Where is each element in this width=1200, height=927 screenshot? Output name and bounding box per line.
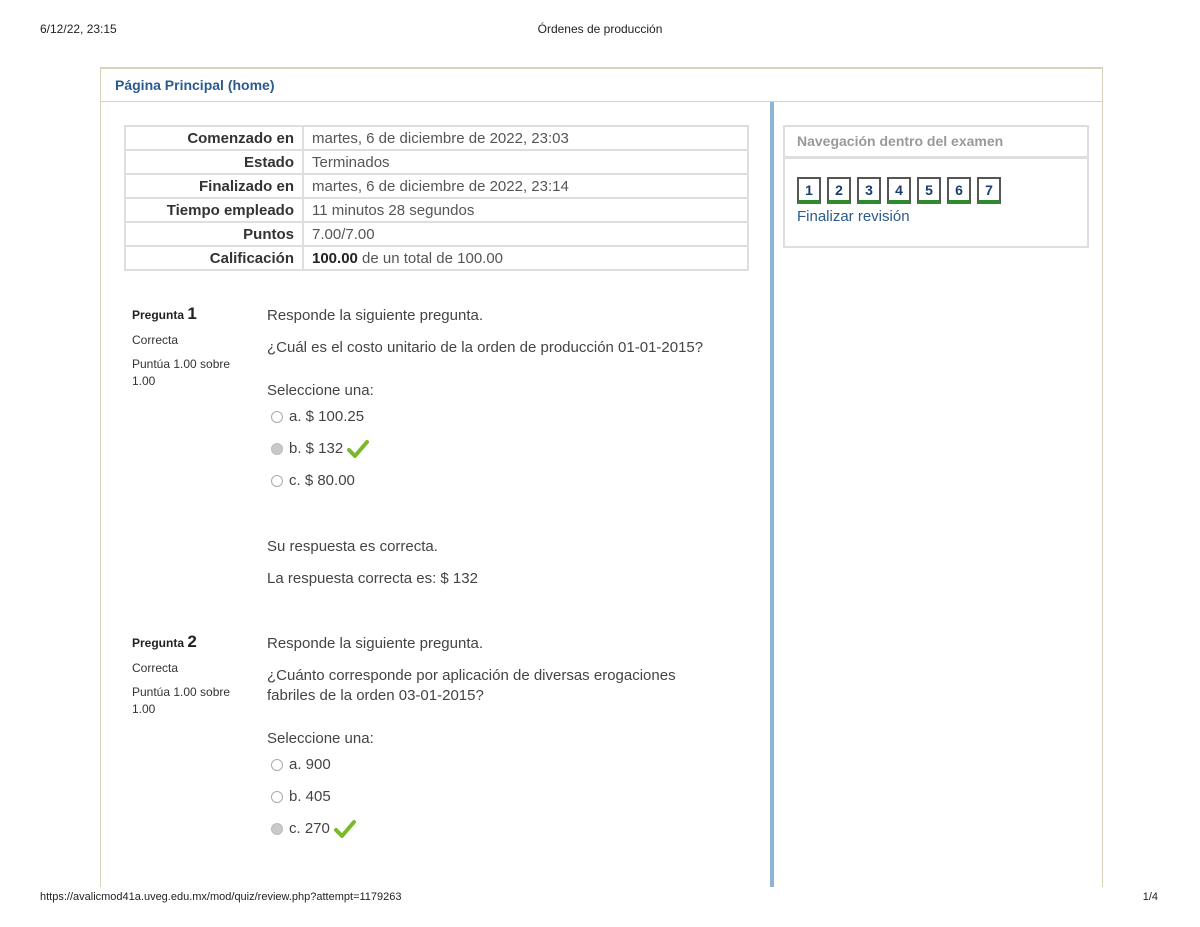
answer-option[interactable]: c. $ 80.00	[271, 465, 757, 497]
summary-label: Puntos	[124, 221, 304, 247]
option-label: c. 270	[289, 820, 330, 837]
question-state: Correcta	[132, 333, 179, 347]
breadcrumb: Página Principal (home)	[100, 67, 1103, 102]
answer-options: a. $ 100.25 b. $ 132 c. $ 80.00	[267, 401, 757, 497]
answer-option[interactable]: c. 270	[271, 813, 757, 845]
table-row: Puntos 7.00/7.00	[124, 221, 749, 247]
option-label: a. 900	[289, 756, 331, 773]
summary-label: Tiempo empleado	[124, 197, 304, 223]
question-instruction: Responde la siguiente pregunta.	[267, 307, 483, 324]
summary-value: martes, 6 de diciembre de 2022, 23:03	[302, 125, 749, 151]
answer-option[interactable]: b. 405	[271, 781, 757, 813]
summary-label: Comenzado en	[124, 125, 304, 151]
summary-value: Terminados	[302, 149, 749, 175]
option-label: c. $ 80.00	[289, 472, 355, 489]
quiz-navigation-panel: Navegación dentro del examen 1 2 3 4 5 6…	[783, 125, 1089, 248]
answer-option[interactable]: b. $ 132	[271, 433, 757, 465]
question-text: ¿Cuál es el costo unitario de la orden d…	[267, 339, 704, 356]
question-body: Responde la siguiente pregunta. ¿Cuánto …	[267, 632, 757, 845]
summary-label: Estado	[124, 149, 304, 175]
radio-button[interactable]	[271, 823, 283, 835]
right-answer-text: La respuesta correcta es: $ 132	[267, 570, 478, 587]
answer-option[interactable]: a. $ 100.25	[271, 401, 757, 433]
correct-check-icon	[333, 820, 356, 838]
question-body: Responde la siguiente pregunta. ¿Cuál es…	[267, 304, 757, 589]
question-label: Pregunta	[132, 308, 185, 322]
question-nav-button[interactable]: 5	[917, 177, 941, 204]
finish-review-link[interactable]: Finalizar revisión	[797, 208, 910, 225]
grade-value: 100.00	[312, 249, 358, 267]
table-row: Estado Terminados	[124, 149, 749, 175]
radio-button[interactable]	[271, 791, 283, 803]
summary-value: 11 minutos 28 segundos	[302, 197, 749, 223]
question-state: Correcta	[132, 661, 179, 675]
question-nav-button[interactable]: 2	[827, 177, 851, 204]
radio-button[interactable]	[271, 759, 283, 771]
summary-value: 100.00 de un total de 100.00	[302, 245, 749, 271]
grade-total: de un total de 100.00	[357, 249, 504, 267]
question-nav-buttons: 1 2 3 4 5 6 7	[797, 177, 1007, 204]
question-grade: Puntúa 1.00 sobre 1.00	[132, 685, 231, 716]
answer-option[interactable]: a. 900	[271, 749, 757, 781]
summary-label: Finalizado en	[124, 173, 304, 199]
question-instruction: Responde la siguiente pregunta.	[267, 635, 483, 652]
question-info: Pregunta 1 Correcta Puntúa 1.00 sobre 1.…	[132, 304, 252, 390]
column-divider	[770, 102, 774, 887]
radio-button[interactable]	[271, 443, 283, 455]
question-label: Pregunta	[132, 636, 185, 650]
answer-options: a. 900 b. 405 c. 270	[267, 749, 757, 845]
question-title: Pregunta 2	[132, 632, 252, 652]
table-row: Finalizado en martes, 6 de diciembre de …	[124, 173, 749, 199]
question-text: ¿Cuánto corresponde por aplicación de di…	[267, 667, 676, 704]
table-row: Tiempo empleado 11 minutos 28 segundos	[124, 197, 749, 223]
feedback-text: Su respuesta es correcta.	[267, 538, 438, 555]
question-title: Pregunta 1	[132, 304, 252, 324]
question-number: 1	[187, 304, 197, 323]
option-label: a. $ 100.25	[289, 408, 365, 425]
question-nav-button[interactable]: 7	[977, 177, 1001, 204]
print-page-number: 1/4	[1142, 891, 1158, 903]
question-nav-button[interactable]: 4	[887, 177, 911, 204]
radio-button[interactable]	[271, 475, 283, 487]
table-row: Comenzado en martes, 6 de diciembre de 2…	[124, 125, 749, 151]
question-nav-button[interactable]: 6	[947, 177, 971, 204]
table-row: Calificación 100.00 de un total de 100.0…	[124, 245, 749, 271]
question-number: 2	[187, 632, 197, 651]
summary-label: Calificación	[124, 245, 304, 271]
breadcrumb-home-link[interactable]: Página Principal (home)	[115, 77, 274, 93]
question-nav-button[interactable]: 3	[857, 177, 881, 204]
option-label: b. $ 132	[289, 440, 344, 457]
question-nav-button[interactable]: 1	[797, 177, 821, 204]
attempt-summary-table: Comenzado en martes, 6 de diciembre de 2…	[124, 125, 749, 271]
print-url: https://avalicmod41a.uveg.edu.mx/mod/qui…	[40, 891, 402, 903]
question-grade: Puntúa 1.00 sobre 1.00	[132, 357, 231, 388]
correct-check-icon	[347, 440, 370, 458]
option-label: b. 405	[289, 788, 331, 805]
summary-value: 7.00/7.00	[302, 221, 749, 247]
print-title: Órdenes de producción	[537, 22, 663, 36]
answer-prompt: Seleccione una:	[267, 730, 374, 747]
quiz-navigation-title: Navegación dentro del examen	[785, 127, 1087, 159]
question-info: Pregunta 2 Correcta Puntúa 1.00 sobre 1.…	[132, 632, 252, 718]
summary-value: martes, 6 de diciembre de 2022, 23:14	[302, 173, 749, 199]
answer-prompt: Seleccione una:	[267, 382, 374, 399]
radio-button[interactable]	[271, 411, 283, 423]
